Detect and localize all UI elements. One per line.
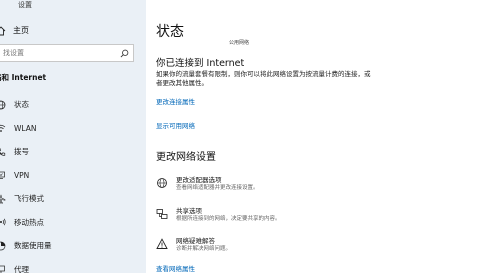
search-box[interactable] [0, 44, 134, 62]
sidebar-item-vpn[interactable]: VPN [0, 164, 52, 188]
sidebar-item-label: 数据使用量 [14, 241, 52, 251]
main-content: 状态 公用网络 你已连接到 Internet 如果你的流量套餐有限制，则你可以将… [146, 0, 500, 273]
app-title: 设置 [18, 1, 32, 9]
sidebar-item-status[interactable]: 状态 [0, 93, 52, 117]
home-icon [0, 25, 6, 35]
sidebar-item-home[interactable]: 主页 [0, 25, 29, 36]
sidebar-item-proxy[interactable]: 代理 [0, 258, 52, 273]
sidebar-item-wlan[interactable]: WLAN [0, 117, 52, 141]
network-name-label: 公用网络 [229, 40, 250, 46]
option-description: 诊断并解决网络问题。 [176, 246, 232, 252]
option-title: 更改适配器选项 [176, 176, 222, 184]
sharing-icon [156, 209, 168, 219]
phone-icon [0, 147, 6, 156]
change-settings-heading: 更改网络设置 [156, 152, 216, 163]
option-description: 根据所连接到的网络，决定要共享的内容。 [176, 216, 281, 222]
sidebar-item-airplane[interactable]: 飞行模式 [0, 187, 52, 211]
connection-description: 如果你的流量套餐有限制，则你可以将此网络设置为按流量计费的连接，或者更改其他属性… [156, 70, 371, 87]
sidebar-item-hotspot[interactable]: 移动热点 [0, 211, 52, 235]
option-sharing[interactable]: 共享选项 根据所连接到的网络，决定要共享的内容。 [156, 207, 281, 223]
sidebar-item-home-label: 主页 [13, 26, 29, 35]
vpn-icon [0, 171, 5, 180]
sidebar: 设置 主页 络和 Internet 状态 [0, 0, 146, 273]
show-available-networks-link[interactable]: 显示可用网络 [156, 120, 195, 130]
page-title: 状态 [156, 24, 184, 40]
sidebar-section-title: 络和 Internet [0, 73, 47, 82]
globe-icon [0, 100, 6, 110]
wifi-icon [0, 125, 6, 133]
sidebar-item-label: 移动热点 [14, 217, 44, 227]
connection-heading: 你已连接到 Internet [156, 58, 245, 69]
view-network-properties-link[interactable]: 查看网络属性 [156, 263, 195, 273]
sidebar-item-label: 代理 [14, 264, 29, 273]
sidebar-item-label: 状态 [14, 100, 29, 110]
sidebar-item-data-usage[interactable]: 数据使用量 [0, 234, 52, 258]
option-adapter[interactable]: 更改适配器选项 查看网络适配器并更改连接设置。 [156, 176, 259, 192]
sidebar-item-label: VPN [14, 170, 30, 180]
data-usage-icon [0, 241, 6, 251]
search-input[interactable] [3, 49, 103, 57]
change-connection-properties-link[interactable]: 更改连接属性 [156, 96, 195, 106]
option-troubleshoot[interactable]: 网络疑难解答 诊断并解决网络问题。 [156, 237, 231, 253]
sidebar-item-label: 拨号 [14, 147, 29, 157]
option-description: 查看网络适配器并更改连接设置。 [176, 185, 259, 191]
sidebar-item-dialup[interactable]: 拨号 [0, 140, 52, 164]
option-title: 网络疑难解答 [176, 237, 215, 245]
airplane-icon [0, 194, 6, 204]
option-title: 共享选项 [176, 207, 202, 215]
search-icon[interactable] [120, 49, 129, 58]
sidebar-nav: 状态 WLAN 拨号 VPN 飞行模式 移动热点 数据使用量 代理 [0, 93, 52, 273]
hotspot-icon [0, 218, 6, 226]
sidebar-item-label: WLAN [14, 123, 37, 133]
adapter-icon [157, 178, 167, 188]
troubleshoot-icon [156, 238, 168, 249]
sidebar-item-label: 飞行模式 [14, 194, 44, 204]
proxy-icon [0, 265, 5, 273]
